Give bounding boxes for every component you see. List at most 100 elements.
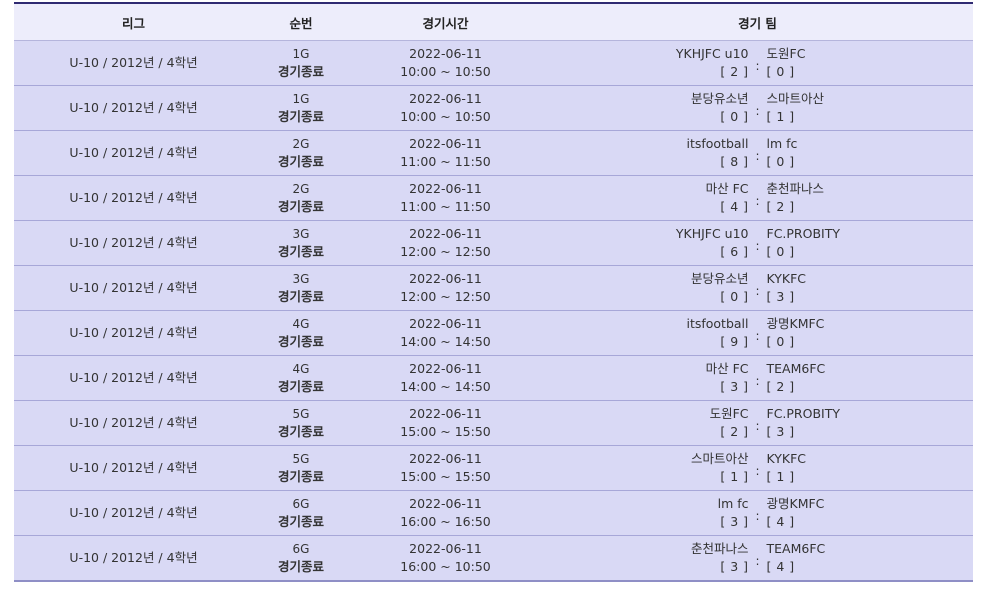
round-cell: 4G 경기종료 [253,355,349,401]
league-cell: U-10 / 2012년 / 4학년 [14,490,253,536]
home-team-name[interactable]: itsfootball [686,135,748,153]
away-team: TEAM6FC [ 2 ] [767,360,937,396]
table-row[interactable]: U-10 / 2012년 / 4학년 6G 경기종료 2022-06-11 16… [14,535,973,582]
away-team-name[interactable]: TEAM6FC [767,540,826,558]
away-team-name[interactable]: 광명KMFC [767,495,825,513]
away-team-name[interactable]: lm fc [767,135,798,153]
teams-cell: 분당유소년 [ 0 ] : KYKFC [ 3 ] [542,265,973,311]
away-score: [ 0 ] [766,64,795,79]
away-score: [ 3 ] [766,424,795,439]
league-cell: U-10 / 2012년 / 4학년 [14,310,253,356]
away-team-name[interactable]: FC.PROBITY [767,405,841,423]
home-team-name[interactable]: 스마트아산 [691,450,749,468]
time-cell: 2022-06-11 15:00 ~ 15:50 [349,400,542,446]
home-team-name[interactable]: 분당유소년 [691,90,749,108]
header-team: 경기 팀 [542,2,973,41]
away-score: [ 1 ] [766,469,795,484]
matchup: itsfootball [ 9 ] : 광명KMFC [ 0 ] [542,311,973,355]
home-team-name[interactable]: 춘천파나스 [691,540,749,558]
matchup: 분당유소년 [ 0 ] : 스마트아산 [ 1 ] [542,86,973,130]
round-label: 3G [292,227,310,241]
away-team: KYKFC [ 1 ] [767,450,937,486]
match-time: 10:00 ~ 10:50 [400,64,491,79]
match-date: 2022-06-11 [409,226,482,241]
home-score: [ 1 ] [720,469,749,484]
round-label: 3G [292,272,310,286]
status-badge: 경기종료 [277,199,324,214]
away-team-name[interactable]: KYKFC [767,450,807,468]
round-cell: 5G 경기종료 [253,445,349,491]
time-cell: 2022-06-11 11:00 ~ 11:50 [349,130,542,176]
matchup: 스마트아산 [ 1 ] : KYKFC [ 1 ] [542,446,973,490]
home-team: 분당유소년 [ 0 ] [579,90,749,126]
table-row[interactable]: U-10 / 2012년 / 4학년 3G 경기종료 2022-06-11 12… [14,265,973,311]
away-score: [ 4 ] [766,514,795,529]
score-separator: : [755,194,760,208]
teams-cell: 마산 FC [ 4 ] : 춘천파나스 [ 2 ] [542,175,973,221]
matchup: 춘천파나스 [ 3 ] : TEAM6FC [ 4 ] [542,536,973,580]
teams-cell: 마산 FC [ 3 ] : TEAM6FC [ 2 ] [542,355,973,401]
away-score: [ 0 ] [766,334,795,349]
teams-cell: YKHJFC u10 [ 2 ] : 도원FC [ 0 ] [542,40,973,86]
away-team-name[interactable]: 광명KMFC [767,315,825,333]
table-row[interactable]: U-10 / 2012년 / 4학년 4G 경기종료 2022-06-11 14… [14,310,973,356]
time-cell: 2022-06-11 16:00 ~ 10:50 [349,535,542,582]
away-team-name[interactable]: TEAM6FC [767,360,826,378]
league-cell: U-10 / 2012년 / 4학년 [14,445,253,491]
time-cell: 2022-06-11 11:00 ~ 11:50 [349,175,542,221]
matchup: 마산 FC [ 4 ] : 춘천파나스 [ 2 ] [542,176,973,220]
header-time: 경기시간 [349,2,542,41]
table-row[interactable]: U-10 / 2012년 / 4학년 4G 경기종료 2022-06-11 14… [14,355,973,401]
match-schedule-table: 리그 순번 경기시간 경기 팀 U-10 / 2012년 / 4학년 1G 경기… [14,2,973,582]
table-row[interactable]: U-10 / 2012년 / 4학년 1G 경기종료 2022-06-11 10… [14,85,973,131]
header-round: 순번 [253,2,349,41]
home-team: 분당유소년 [ 0 ] [579,270,749,306]
away-team: 스마트아산 [ 1 ] [767,90,937,126]
home-team-name[interactable]: 마산 FC [706,180,749,198]
status-badge: 경기종료 [277,154,324,169]
table-row[interactable]: U-10 / 2012년 / 4학년 3G 경기종료 2022-06-11 12… [14,220,973,266]
match-schedule: 리그 순번 경기시간 경기 팀 U-10 / 2012년 / 4학년 1G 경기… [14,2,973,582]
table-row[interactable]: U-10 / 2012년 / 4학년 1G 경기종료 2022-06-11 10… [14,40,973,86]
league-label: U-10 / 2012년 / 4학년 [69,55,198,70]
league-cell: U-10 / 2012년 / 4학년 [14,355,253,401]
away-team-name[interactable]: KYKFC [767,270,807,288]
table-row[interactable]: U-10 / 2012년 / 4학년 2G 경기종료 2022-06-11 11… [14,130,973,176]
home-team: 춘천파나스 [ 3 ] [579,540,749,576]
away-team-name[interactable]: 도원FC [767,45,806,63]
home-team-name[interactable]: YKHJFC u10 [676,225,749,243]
away-score: [ 4 ] [766,559,795,574]
table-row[interactable]: U-10 / 2012년 / 4학년 2G 경기종료 2022-06-11 11… [14,175,973,221]
home-team-name[interactable]: lm fc [718,495,749,513]
away-team-name[interactable]: FC.PROBITY [767,225,841,243]
away-team: TEAM6FC [ 4 ] [767,540,937,576]
round-cell: 5G 경기종료 [253,400,349,446]
league-cell: U-10 / 2012년 / 4학년 [14,175,253,221]
score-separator: : [755,464,760,478]
time-cell: 2022-06-11 15:00 ~ 15:50 [349,445,542,491]
table-row[interactable]: U-10 / 2012년 / 4학년 5G 경기종료 2022-06-11 15… [14,400,973,446]
home-team-name[interactable]: 마산 FC [706,360,749,378]
league-cell: U-10 / 2012년 / 4학년 [14,400,253,446]
home-team-name[interactable]: 분당유소년 [691,270,749,288]
matchup: 마산 FC [ 3 ] : TEAM6FC [ 2 ] [542,356,973,400]
home-team: 마산 FC [ 3 ] [579,360,749,396]
home-score: [ 0 ] [720,109,749,124]
score-separator: : [755,554,760,568]
home-team-name[interactable]: itsfootball [686,315,748,333]
round-cell: 2G 경기종료 [253,130,349,176]
league-label: U-10 / 2012년 / 4학년 [69,190,198,205]
away-team-name[interactable]: 스마트아산 [767,90,825,108]
away-score: [ 2 ] [766,199,795,214]
away-team-name[interactable]: 춘천파나스 [767,180,825,198]
round-cell: 1G 경기종료 [253,40,349,86]
table-row[interactable]: U-10 / 2012년 / 4학년 6G 경기종료 2022-06-11 16… [14,490,973,536]
home-team: 스마트아산 [ 1 ] [579,450,749,486]
home-team-name[interactable]: 도원FC [710,405,749,423]
away-score: [ 1 ] [766,109,795,124]
home-team-name[interactable]: YKHJFC u10 [676,45,749,63]
time-cell: 2022-06-11 14:00 ~ 14:50 [349,355,542,401]
match-time: 12:00 ~ 12:50 [400,289,491,304]
score-separator: : [755,329,760,343]
table-row[interactable]: U-10 / 2012년 / 4학년 5G 경기종료 2022-06-11 15… [14,445,973,491]
